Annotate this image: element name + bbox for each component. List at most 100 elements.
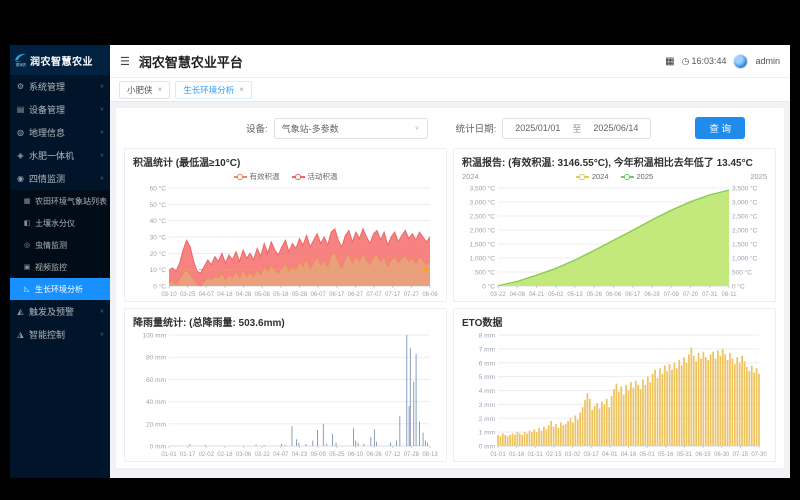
- close-icon[interactable]: ×: [158, 85, 163, 94]
- menu-collapse-icon[interactable]: ☰: [120, 55, 130, 68]
- legend-item[interactable]: 有效积温: [234, 171, 280, 182]
- apps-grid-icon[interactable]: ▦: [665, 56, 674, 67]
- sidebar-subitem[interactable]: ▦农田环境气象站列表: [10, 190, 110, 212]
- start-date-value[interactable]: 2025/01/01: [515, 123, 560, 133]
- svg-text:2,000 °C: 2,000 °C: [732, 227, 758, 235]
- sidebar-item[interactable]: ◭触发及预警∨: [10, 300, 110, 323]
- top-header: ☰ 润农智慧农业平台 ▦ ◷ 16:03:44 admin: [110, 45, 790, 78]
- legend-item[interactable]: 2025: [621, 172, 654, 181]
- rainfall-chart[interactable]: 0 mm20 mm40 mm60 mm80 mm100 mm01-0101-17…: [133, 330, 438, 458]
- chevron-down-icon: ∨: [100, 309, 104, 315]
- chart-svg: 0 °C0 °C500 °C500 °C1,000 °C1,000 °C1,50…: [462, 183, 767, 298]
- tab-item[interactable]: 小肥侠×: [119, 81, 170, 99]
- axis-name-left: 2024: [462, 172, 506, 181]
- svg-text:6 mm: 6 mm: [479, 360, 495, 367]
- sidebar-item-label: 设备管理: [29, 103, 65, 116]
- svg-text:03-06: 03-06: [236, 452, 252, 458]
- date-range-input[interactable]: 2025/01/01 至 2025/06/14: [502, 118, 651, 139]
- sidebar-item[interactable]: ◈水肥一体机∨: [10, 144, 110, 167]
- content-card: 设备: 气象站-多参数 ∨ 统计日期: 2025/01/01 至 2025/06…: [116, 108, 784, 468]
- svg-text:30 °C: 30 °C: [150, 234, 167, 242]
- svg-text:07-28: 07-28: [404, 452, 420, 458]
- svg-text:01-01: 01-01: [490, 452, 506, 458]
- clock: ◷ 16:03:44: [682, 56, 727, 67]
- svg-text:3,500 °C: 3,500 °C: [470, 185, 496, 193]
- svg-text:07-15: 07-15: [733, 452, 749, 458]
- svg-text:04-23: 04-23: [292, 452, 308, 458]
- sidebar-subitem[interactable]: ▣视频监控: [10, 256, 110, 278]
- svg-text:2,500 °C: 2,500 °C: [732, 213, 758, 221]
- svg-text:06-30: 06-30: [714, 452, 730, 458]
- sidebar-subitem[interactable]: ◧土壤水分仪: [10, 212, 110, 234]
- svg-text:3 mm: 3 mm: [479, 402, 495, 409]
- chevron-down-icon: ∨: [100, 332, 104, 338]
- legend-label: 有效积温: [250, 171, 280, 182]
- sidebar-subitem[interactable]: ◎虫情监测: [10, 234, 110, 256]
- sidebar-item-label: 系统管理: [29, 80, 65, 93]
- svg-text:08-11: 08-11: [722, 292, 738, 298]
- sidebar-item-label: 四情监测: [29, 172, 65, 185]
- tab-active[interactable]: 生长环境分析×: [175, 81, 252, 99]
- sidebar-subitem[interactable]: ◺生长环境分析: [10, 278, 110, 300]
- sidebar-item[interactable]: ◉四情监测∧: [10, 167, 110, 190]
- svg-text:1 mm: 1 mm: [479, 430, 495, 437]
- legend-marker-icon: [292, 176, 305, 178]
- eto-chart[interactable]: 0 mm1 mm2 mm3 mm4 mm5 mm6 mm7 mm8 mm01-0…: [462, 330, 767, 458]
- close-icon[interactable]: ×: [239, 85, 244, 94]
- sidebar-subitem-label: 生长环境分析: [35, 284, 83, 295]
- svg-text:06-17: 06-17: [329, 292, 345, 298]
- legend-label: 2025: [637, 172, 654, 181]
- svg-text:06-28: 06-28: [644, 292, 660, 298]
- svg-text:1,000 °C: 1,000 °C: [732, 255, 758, 263]
- app-logo[interactable]: 德润农 润农智慧农业: [10, 45, 110, 75]
- svg-text:06-07: 06-07: [310, 292, 326, 298]
- svg-text:05-26: 05-26: [587, 292, 603, 298]
- legend-item[interactable]: 活动积温: [292, 171, 338, 182]
- chart-legend: 2024 2024 2025 2025: [462, 170, 767, 183]
- sidebar-item[interactable]: ◍地理信息∨: [10, 121, 110, 144]
- svg-text:8 mm: 8 mm: [479, 333, 495, 340]
- date-label: 统计日期:: [456, 121, 497, 135]
- query-button[interactable]: 查 询: [695, 117, 745, 139]
- sidebar-item[interactable]: ◮ 智能控制 ∨: [10, 323, 110, 346]
- app-window: 德润农 润农智慧农业 ⚙系统管理∨▤设备管理∨◍地理信息∨◈水肥一体机∨ ◉ 四情监…: [10, 45, 790, 478]
- date-separator: 至: [572, 122, 581, 135]
- smart-control-icon: ◮: [16, 330, 25, 339]
- svg-text:1,000 °C: 1,000 °C: [470, 255, 496, 263]
- device-select[interactable]: 气象站-多参数 ∨: [274, 118, 428, 139]
- sidebar-item[interactable]: ⚙系统管理∨: [10, 75, 110, 98]
- panel-title: ETO数据: [462, 314, 767, 329]
- svg-text:03-22: 03-22: [490, 292, 506, 298]
- sidebar-item[interactable]: ▤设备管理∨: [10, 98, 110, 121]
- legend-item[interactable]: 2024: [576, 172, 609, 181]
- svg-text:0 mm: 0 mm: [150, 444, 166, 451]
- sidebar-subitem-label: 虫情监测: [35, 240, 67, 251]
- accum-temp-chart[interactable]: 0 °C10 °C20 °C30 °C40 °C50 °C60 °C03-100…: [133, 183, 438, 298]
- svg-text:0 °C: 0 °C: [153, 283, 166, 291]
- svg-text:20 °C: 20 °C: [150, 250, 167, 258]
- device-select-value: 气象站-多参数: [282, 122, 339, 135]
- svg-text:04-08: 04-08: [510, 292, 526, 298]
- svg-text:06-27: 06-27: [348, 292, 364, 298]
- svg-text:04-21: 04-21: [529, 292, 545, 298]
- chart-svg: 0 mm1 mm2 mm3 mm4 mm5 mm6 mm7 mm8 mm01-0…: [462, 330, 767, 458]
- sidebar-item-label: 触发及预警: [29, 305, 74, 318]
- axis-name-right: 2025: [723, 172, 767, 181]
- legend-marker-icon: [576, 176, 589, 178]
- svg-text:07-30: 07-30: [751, 452, 767, 458]
- svg-text:06-17: 06-17: [625, 292, 641, 298]
- sidebar-item-label: 智能控制: [29, 328, 65, 341]
- svg-text:05-28: 05-28: [292, 292, 308, 298]
- monitoring-icon: ◉: [16, 174, 25, 183]
- end-date-value[interactable]: 2025/06/14: [593, 123, 638, 133]
- accum-temp-report-chart[interactable]: 0 °C0 °C500 °C500 °C1,000 °C1,000 °C1,50…: [462, 183, 767, 298]
- clock-icon: ◷: [682, 56, 690, 67]
- svg-text:02-02: 02-02: [199, 452, 215, 458]
- svg-text:03-02: 03-02: [565, 452, 581, 458]
- chevron-down-icon: ∨: [100, 153, 104, 159]
- svg-text:10 °C: 10 °C: [150, 266, 167, 274]
- legend-items: 2024 2025: [506, 172, 723, 181]
- avatar[interactable]: [733, 54, 748, 69]
- username[interactable]: admin: [755, 56, 780, 66]
- svg-text:50 °C: 50 °C: [150, 201, 167, 209]
